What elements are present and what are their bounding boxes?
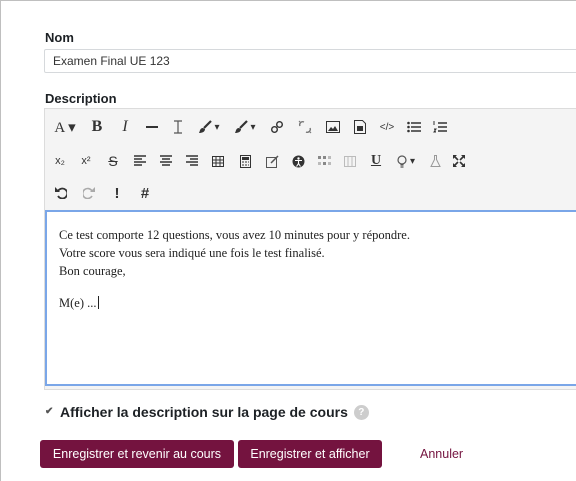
accessibility-icon [292,155,304,167]
hint-dropdown[interactable]: ▾ [389,148,423,174]
undo-button[interactable] [47,180,75,206]
save-and-display-button[interactable]: Enregistrer et afficher [238,440,382,468]
brush-icon [199,120,213,133]
accessibility-button[interactable] [285,148,311,174]
lab-button[interactable] [423,148,447,174]
cancel-link[interactable]: Annuler [420,447,463,461]
lightbulb-icon [397,154,407,168]
link-icon [271,121,283,133]
html-button[interactable]: </> [373,114,401,140]
align-center-button[interactable] [153,148,179,174]
special-char-button[interactable] [311,148,337,174]
save-and-return-button[interactable]: Enregistrer et revenir au cours [40,440,234,468]
fullscreen-button[interactable] [447,148,471,174]
expand-icon [453,155,465,167]
ordered-list-icon [433,121,447,133]
align-left-icon [134,155,146,166]
underline-icon: U [370,153,382,168]
italic-button[interactable]: I [111,114,139,140]
bold-icon: B [91,118,103,135]
clear-formatting-button[interactable] [165,114,191,140]
toolbar-row-1: A ▾ B I ▾ ▾ </> [47,114,453,140]
italic-icon: I [122,118,128,135]
show-description-label: Afficher la description sur la page de c… [60,404,348,420]
name-label: Nom [45,30,74,45]
equation-button[interactable] [231,148,259,174]
image-icon [326,121,340,133]
background-color-dropdown[interactable]: ▾ [227,114,263,140]
align-center-icon [160,155,172,166]
unordered-list-icon [407,121,421,133]
subscript-icon: x₂ [55,155,65,167]
exclamation-icon: ! [114,184,120,202]
grid-icon [317,156,331,165]
edit-icon [265,154,279,168]
hashtag-button[interactable]: # [131,180,159,206]
columns-button[interactable] [337,148,363,174]
link-button[interactable] [263,114,291,140]
text-color-dropdown[interactable]: ▾ [191,114,227,140]
text-style-icon: A ▾ [54,119,76,136]
editor-line-2: Votre score vous sera indiqué une fois l… [59,246,325,260]
text-cursor-icon [174,120,182,134]
editor-line-4: M(e) ... [59,296,99,310]
media-icon [354,120,366,134]
subscript-button[interactable]: x₂ [47,148,73,174]
ordered-list-button[interactable] [427,114,453,140]
superscript-icon: x² [81,155,91,167]
redo-icon [83,187,95,199]
media-button[interactable] [347,114,373,140]
flask-icon [429,155,441,167]
horizontal-rule-icon [146,126,158,128]
strikethrough-button[interactable]: S [99,148,127,174]
unordered-list-button[interactable] [401,114,427,140]
toolbar-row-3: ! # [47,180,159,206]
superscript-button[interactable]: x² [73,148,99,174]
align-left-button[interactable] [127,148,153,174]
editor-line-1: Ce test comporte 12 questions, vous avez… [59,228,410,242]
help-icon[interactable]: ? [353,404,369,420]
undo-icon [55,187,67,199]
font-size-dropdown[interactable]: A ▾ [47,114,83,140]
checkbox-checked-icon[interactable]: ✔ [45,407,53,417]
bold-button[interactable]: B [83,114,111,140]
horizontal-rule-button[interactable] [139,114,165,140]
calculator-icon [239,154,251,168]
table-icon [212,155,224,167]
redo-button[interactable] [75,180,103,206]
unlink-icon [298,120,312,134]
unlink-button[interactable] [291,114,319,140]
hash-icon: # [140,184,150,202]
important-button[interactable]: ! [103,180,131,206]
show-description-option[interactable]: ✔ Afficher la description sur la page de… [45,404,369,420]
underline-button[interactable]: U [363,148,389,174]
edit-button[interactable] [259,148,285,174]
columns-icon [344,155,356,167]
align-right-button[interactable] [179,148,205,174]
strikethrough-icon: S [108,153,118,169]
editor-content-area[interactable]: Ce test comporte 12 questions, vous avez… [45,210,576,386]
image-button[interactable] [319,114,347,140]
toolbar-row-2: x₂ x² S U ▾ [47,148,471,174]
code-icon: </> [379,121,395,133]
editor-line-3: Bon courage, [59,264,126,278]
description-label: Description [45,91,117,106]
table-button[interactable] [205,148,231,174]
text-cursor [97,296,99,309]
align-right-icon [186,155,198,166]
name-input[interactable]: Examen Final UE 123 [44,49,576,73]
brush-icon [235,120,249,133]
